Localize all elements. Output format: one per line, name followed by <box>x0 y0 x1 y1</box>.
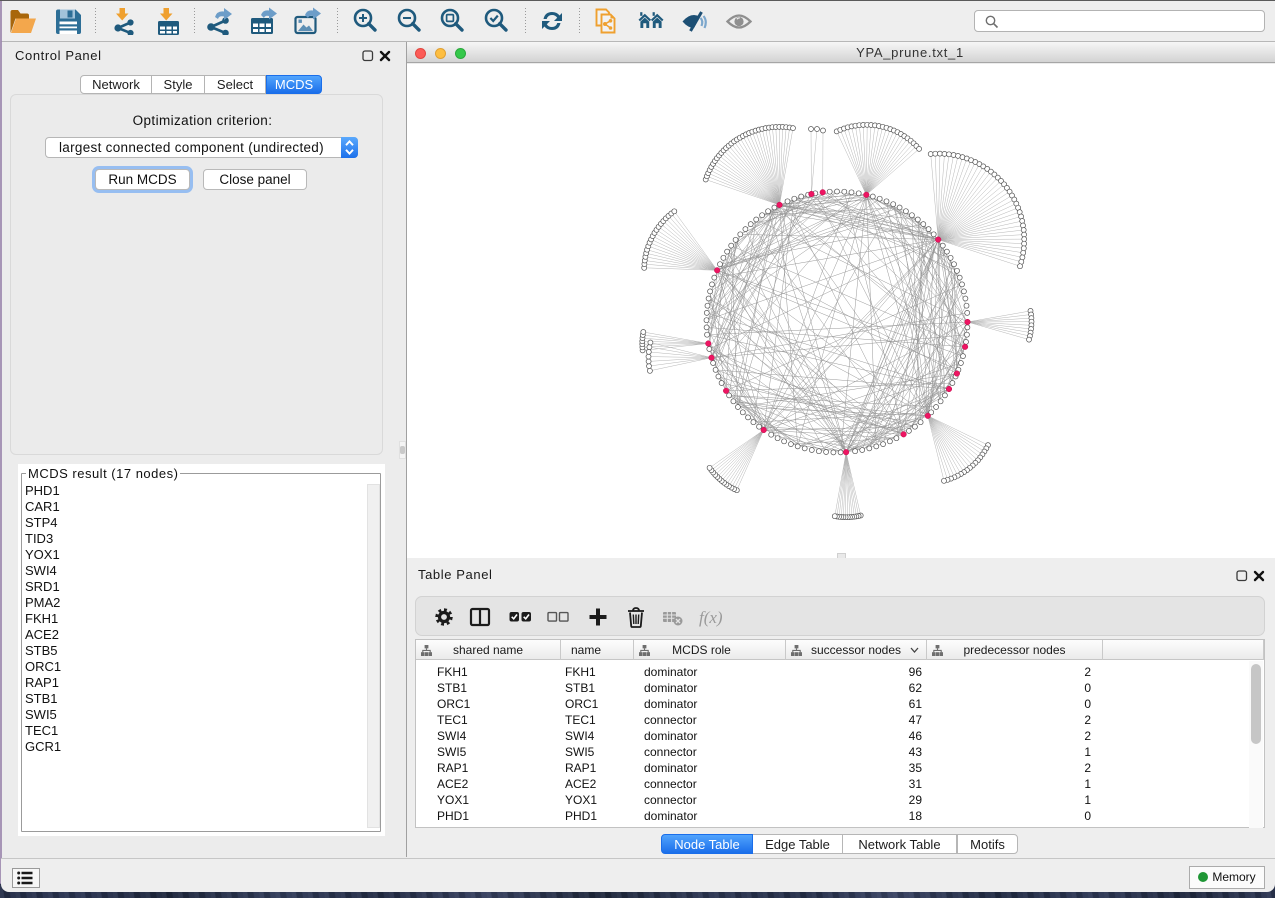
svg-text:f(x): f(x) <box>699 608 723 627</box>
